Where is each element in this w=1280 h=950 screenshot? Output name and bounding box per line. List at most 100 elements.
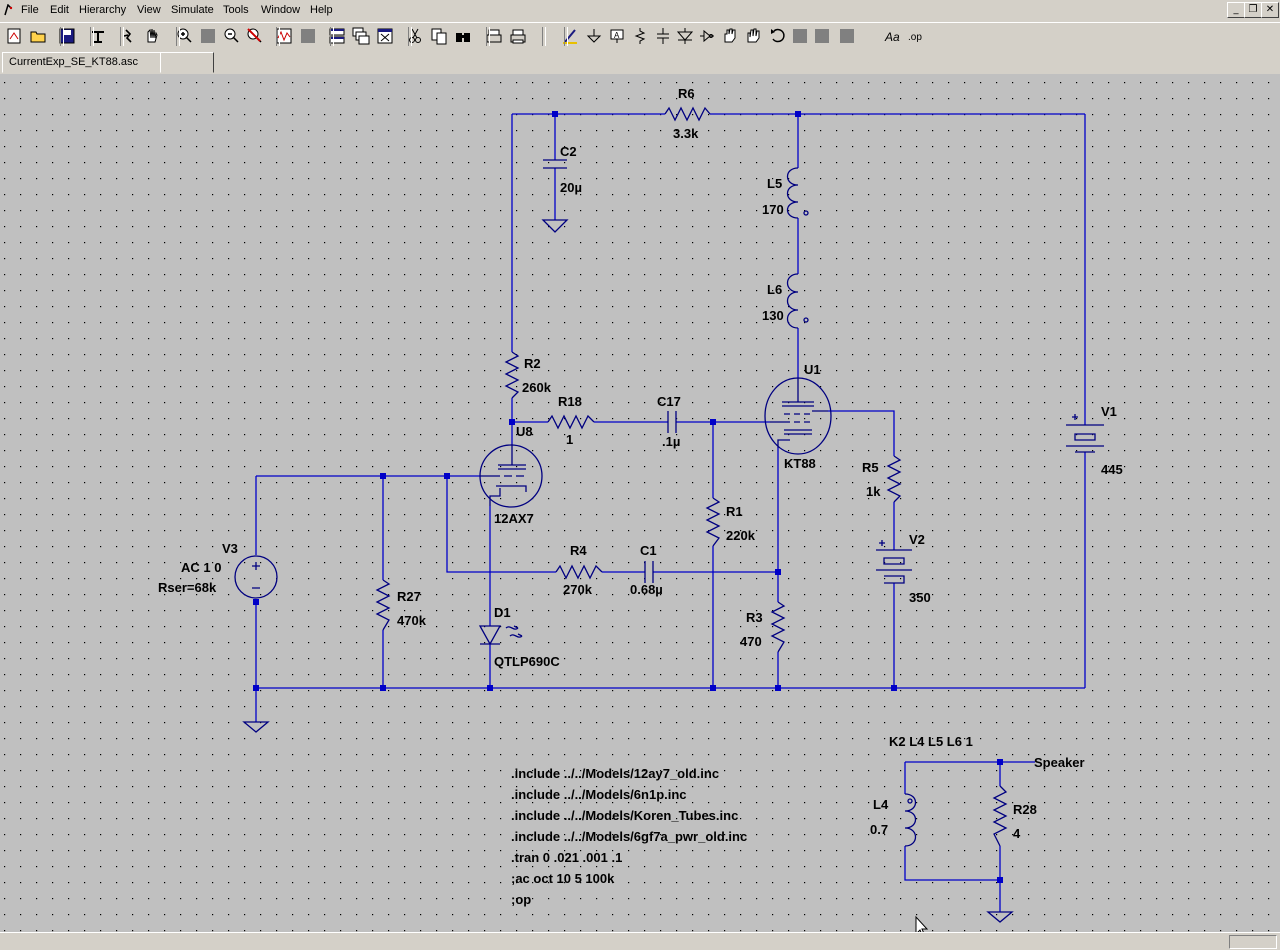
menu-file[interactable]: File bbox=[21, 4, 39, 16]
copy-icon[interactable] bbox=[429, 26, 449, 46]
menu-edit[interactable]: Edit bbox=[50, 4, 69, 16]
label-u1-name: U1 bbox=[804, 362, 821, 377]
label-r1-value: 220k bbox=[726, 528, 756, 543]
component-icon[interactable] bbox=[697, 26, 717, 46]
tab-empty[interactable] bbox=[160, 52, 214, 73]
find-icon bbox=[456, 33, 470, 42]
new-schematic-icon[interactable] bbox=[4, 26, 24, 46]
move-icon[interactable] bbox=[720, 26, 740, 46]
tab-currentexp-se-kt88[interactable]: CurrentExp_SE_KT88.asc bbox=[2, 52, 161, 73]
label-d1-value: QTLP690C bbox=[494, 654, 560, 669]
label-c2-name: C2 bbox=[560, 144, 577, 159]
label-l5-name: L5 bbox=[767, 176, 782, 191]
junction bbox=[253, 599, 259, 605]
label-u8-name: U8 bbox=[516, 424, 533, 439]
menu-simulate[interactable]: Simulate bbox=[171, 4, 214, 16]
junction bbox=[891, 685, 897, 691]
blank-icon-2[interactable] bbox=[860, 26, 880, 46]
junction bbox=[710, 419, 716, 425]
menu-tools[interactable]: Tools bbox=[223, 4, 249, 16]
open-icon[interactable] bbox=[28, 26, 48, 46]
svg-text:.op: .op bbox=[908, 32, 922, 43]
junction bbox=[380, 473, 386, 479]
spice-directive-line[interactable]: ;ac oct 10 5 100k bbox=[511, 871, 615, 886]
spice-directive-line[interactable]: ;op bbox=[511, 892, 531, 907]
label-c17-name: C17 bbox=[657, 394, 681, 409]
ground-icon[interactable] bbox=[584, 26, 604, 46]
ground-icon bbox=[586, 29, 602, 43]
menu-view[interactable]: View bbox=[137, 4, 161, 16]
text-icon[interactable]: Aa bbox=[883, 26, 903, 46]
resistor-icon bbox=[634, 28, 646, 44]
menu-bar: File Edit Hierarchy View Simulate Tools … bbox=[0, 0, 1280, 22]
close-button[interactable]: ✕ bbox=[1261, 2, 1279, 18]
drag-icon[interactable] bbox=[743, 26, 763, 46]
draw-wire-icon[interactable] bbox=[560, 26, 580, 46]
document-tabs: CurrentExp_SE_KT88.asc bbox=[0, 50, 1280, 74]
zoom-out-icon bbox=[224, 28, 239, 43]
mirror-icon[interactable] bbox=[837, 26, 857, 46]
label-r6-name: R6 bbox=[678, 86, 695, 101]
blank-icon[interactable] bbox=[298, 26, 318, 46]
cascade-icon bbox=[352, 27, 370, 45]
capacitor-icon[interactable] bbox=[653, 26, 673, 46]
diode-icon bbox=[676, 28, 694, 44]
coupling-directive[interactable]: K2 L4 L5 L6 1 bbox=[889, 734, 973, 749]
spice-directive-icon: .op bbox=[908, 32, 922, 43]
label-r4-name: R4 bbox=[570, 543, 587, 558]
label-r18-value: 1 bbox=[566, 432, 573, 447]
print-icon[interactable] bbox=[508, 26, 528, 46]
label-v3-value: AC 1 0 bbox=[181, 560, 221, 575]
label-r2-name: R2 bbox=[524, 356, 541, 371]
toolbar-separator bbox=[276, 27, 280, 46]
redo-icon bbox=[793, 29, 807, 43]
label-v1-value: 445 bbox=[1101, 462, 1123, 477]
close-window-icon[interactable] bbox=[375, 26, 395, 46]
net-label-speaker[interactable]: Speaker bbox=[1034, 755, 1085, 770]
spice-directive-line[interactable]: .include ../../Models/6gf7a_pwr_old.inc bbox=[511, 829, 747, 844]
label-r28-name: R28 bbox=[1013, 802, 1037, 817]
spice-directive-line[interactable]: .include ../../Models/6n1p.inc bbox=[511, 787, 687, 802]
zoom-out-icon[interactable] bbox=[221, 26, 241, 46]
component-icon bbox=[700, 29, 714, 43]
junction bbox=[509, 419, 515, 425]
pan-icon[interactable] bbox=[198, 26, 218, 46]
spice-directive-line[interactable]: .tran 0 .021 .001 .1 bbox=[511, 850, 622, 865]
schematic-canvas[interactable]: R6 3.3k C2 20µ L5 170 L6 130 U1 KT88 V1 … bbox=[0, 74, 1280, 932]
undo-icon[interactable] bbox=[768, 26, 788, 46]
label-l5-value: 170 bbox=[762, 202, 784, 217]
minimize-button[interactable]: _ bbox=[1227, 2, 1245, 18]
open-icon bbox=[30, 31, 46, 43]
spice-directive-line[interactable]: .include ../../Models/12ay7_old.inc bbox=[511, 766, 719, 781]
label-v3-rser: Rser=68k bbox=[158, 580, 217, 595]
rotate-icon[interactable] bbox=[812, 26, 832, 46]
label-u8-value: 12AX7 bbox=[494, 511, 534, 526]
ltspice-app-icon[interactable] bbox=[3, 4, 13, 16]
menu-help[interactable]: Help bbox=[310, 4, 333, 16]
find-icon[interactable] bbox=[453, 26, 473, 46]
cascade-icon[interactable] bbox=[351, 26, 371, 46]
redo-icon[interactable] bbox=[790, 26, 810, 46]
label-r1-name: R1 bbox=[726, 504, 743, 519]
spice-directive-line[interactable]: .include ../../Models/Koren_Tubes.inc bbox=[511, 808, 738, 823]
draw-wire-icon bbox=[563, 29, 577, 44]
resistor-icon[interactable] bbox=[630, 26, 650, 46]
menu-hierarchy[interactable]: Hierarchy bbox=[79, 4, 126, 16]
menu-window[interactable]: Window bbox=[261, 4, 300, 16]
toolbar-separator bbox=[60, 27, 64, 46]
rotate-icon bbox=[815, 29, 829, 43]
mirror-icon bbox=[840, 29, 854, 43]
spice-directive-icon[interactable]: .op bbox=[906, 26, 926, 46]
undo-icon bbox=[771, 28, 785, 43]
label-r27-value: 470k bbox=[397, 613, 427, 628]
toolbar-separator bbox=[120, 27, 124, 46]
halt-icon bbox=[147, 28, 158, 43]
restore-button[interactable]: ❐ bbox=[1244, 2, 1262, 18]
label-net-icon[interactable]: A bbox=[607, 26, 627, 46]
diode-icon[interactable] bbox=[675, 26, 695, 46]
halt-icon[interactable] bbox=[142, 26, 162, 46]
zoom-cancel-icon[interactable] bbox=[244, 26, 264, 46]
label-c17-value: .1µ bbox=[662, 434, 680, 449]
toolbar-separator bbox=[330, 27, 334, 46]
junction bbox=[380, 685, 386, 691]
